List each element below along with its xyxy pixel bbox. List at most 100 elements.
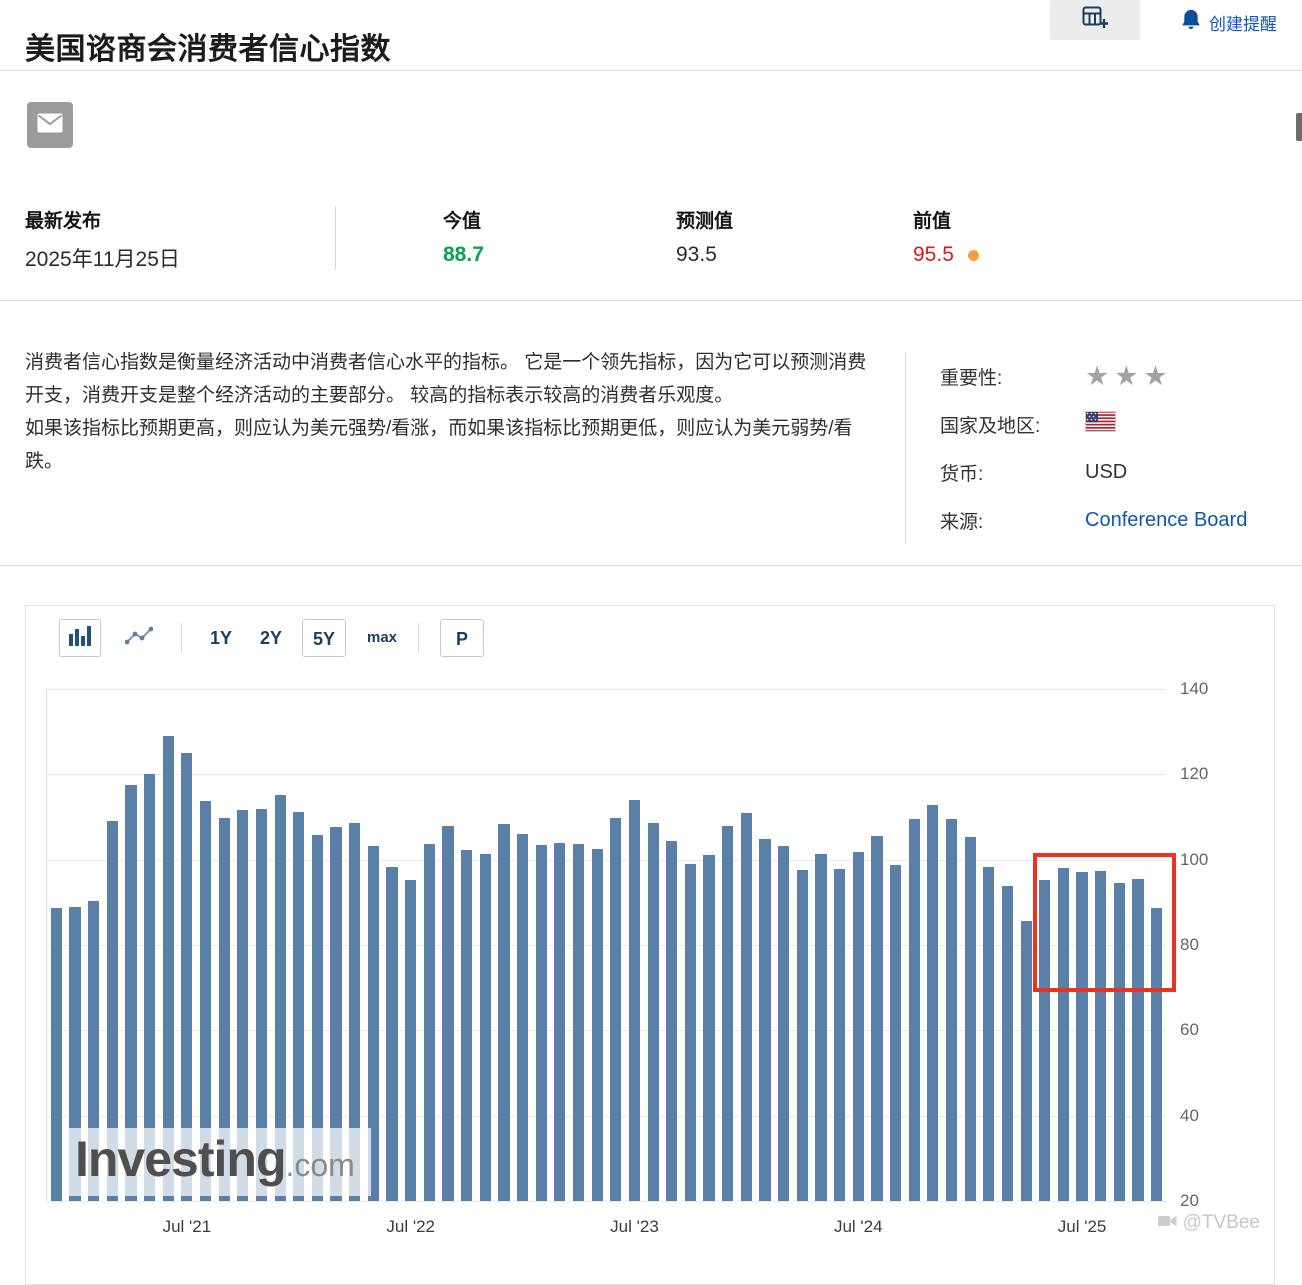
latest-release-block: 最新发布 2025年11月25日 bbox=[25, 206, 180, 273]
chart-bar[interactable] bbox=[965, 837, 976, 1201]
chart-bar[interactable] bbox=[386, 867, 397, 1202]
chart-bar[interactable] bbox=[51, 908, 62, 1201]
chart-bar[interactable] bbox=[554, 843, 565, 1201]
chart-bar[interactable] bbox=[498, 824, 509, 1201]
chart-bar[interactable] bbox=[592, 849, 603, 1201]
chart-bar[interactable] bbox=[946, 819, 957, 1201]
chart-bar[interactable] bbox=[890, 865, 901, 1201]
importance-row: 重要性: ★★★ bbox=[940, 352, 1300, 400]
create-alert-button[interactable]: 创建提醒 bbox=[1181, 9, 1277, 35]
divider bbox=[0, 565, 1302, 566]
source-row: 来源: Conference Board bbox=[940, 496, 1300, 544]
chart-bar[interactable] bbox=[853, 852, 864, 1201]
chart-bar[interactable] bbox=[573, 844, 584, 1201]
chart-bar[interactable] bbox=[778, 846, 789, 1201]
chart-bar[interactable] bbox=[703, 855, 714, 1201]
gridline bbox=[47, 860, 1166, 861]
chart-bar[interactable] bbox=[424, 844, 435, 1201]
investing-watermark: Investing .com bbox=[65, 1128, 371, 1196]
y-axis-label: 40 bbox=[1180, 1106, 1199, 1126]
tvbee-watermark: @TVBee bbox=[1158, 1212, 1260, 1234]
chart-bar[interactable] bbox=[1021, 921, 1032, 1201]
forecast-label: 预测值 bbox=[676, 206, 733, 233]
divider bbox=[418, 623, 419, 653]
latest-release-value: 2025年11月25日 bbox=[25, 243, 180, 273]
chart-bar[interactable] bbox=[722, 826, 733, 1201]
previous-label: 前值 bbox=[913, 206, 979, 233]
x-axis-label: Jul '21 bbox=[163, 1217, 212, 1237]
chart-bar[interactable] bbox=[648, 823, 659, 1201]
range-2y-button[interactable]: 2Y bbox=[248, 619, 294, 657]
chart-bar[interactable] bbox=[480, 854, 491, 1201]
recent-data-highlight-box bbox=[1033, 853, 1177, 992]
y-axis-label: 140 bbox=[1180, 679, 1208, 699]
chart-bar[interactable] bbox=[759, 839, 770, 1201]
indicator-description: 消费者信心指数是衡量经济活动中消费者信心水平的指标。 它是一个领先指标，因为它可… bbox=[25, 346, 873, 478]
chart-bar[interactable] bbox=[927, 805, 938, 1201]
us-flag-icon bbox=[1085, 411, 1116, 437]
export-to-calendar-button[interactable] bbox=[1050, 0, 1140, 40]
tvbee-credit-text: @TVBee bbox=[1183, 1212, 1260, 1234]
chart-bar[interactable] bbox=[983, 867, 994, 1201]
country-label: 国家及地区: bbox=[940, 411, 1085, 438]
actual-value: 88.7 bbox=[443, 243, 484, 267]
chart-bar[interactable] bbox=[536, 845, 547, 1201]
y-axis-label: 60 bbox=[1180, 1020, 1199, 1040]
line-chart-type-button[interactable] bbox=[118, 619, 160, 657]
previous-block: 前值 95.5 bbox=[913, 206, 979, 267]
y-axis-label: 100 bbox=[1180, 850, 1208, 870]
chart-bar[interactable] bbox=[741, 813, 752, 1201]
range-5y-button[interactable]: 5Y bbox=[302, 619, 346, 657]
source-link[interactable]: Conference Board bbox=[1085, 509, 1247, 532]
gridline bbox=[47, 774, 1166, 775]
chart-bar[interactable] bbox=[871, 836, 882, 1201]
chart-bar[interactable] bbox=[629, 800, 640, 1201]
gridline bbox=[47, 1030, 1166, 1031]
currency-row: 货币: USD bbox=[940, 448, 1300, 496]
chart-bar[interactable] bbox=[909, 819, 920, 1201]
line-chart-icon bbox=[125, 626, 153, 651]
range-max-button[interactable]: max bbox=[356, 619, 408, 657]
divider bbox=[181, 623, 182, 653]
x-axis-label: Jul '25 bbox=[1058, 1217, 1107, 1237]
chart-bar[interactable] bbox=[797, 870, 808, 1201]
create-alert-label: 创建提醒 bbox=[1209, 10, 1277, 35]
envelope-icon bbox=[37, 113, 63, 138]
calendar-add-icon bbox=[1082, 5, 1108, 35]
gridline bbox=[47, 1201, 1166, 1202]
gridline bbox=[47, 1116, 1166, 1117]
chart-bar[interactable] bbox=[666, 841, 677, 1201]
currency-label: 货币: bbox=[940, 459, 1085, 486]
y-axis-label: 80 bbox=[1180, 935, 1199, 955]
chart-bar[interactable] bbox=[1002, 886, 1013, 1201]
chart-bar[interactable] bbox=[442, 826, 453, 1201]
investing-logo-text: Investing bbox=[75, 1130, 285, 1188]
meta-panel: 重要性: ★★★ 国家及地区: bbox=[940, 352, 1300, 544]
chart-bar[interactable] bbox=[610, 818, 621, 1201]
chart-bar[interactable] bbox=[461, 850, 472, 1201]
x-axis-label: Jul '23 bbox=[610, 1217, 659, 1237]
investing-logo-suffix: .com bbox=[285, 1147, 354, 1184]
camera-icon bbox=[1158, 1212, 1177, 1234]
chart-bar[interactable] bbox=[685, 864, 696, 1201]
clipped-edge-icon[interactable] bbox=[1296, 113, 1302, 141]
percent-mode-button[interactable]: P bbox=[440, 619, 484, 657]
revision-dot-icon bbox=[968, 250, 979, 261]
chart-bar[interactable] bbox=[834, 869, 845, 1201]
range-1y-button[interactable]: 1Y bbox=[198, 619, 244, 657]
country-row: 国家及地区: bbox=[940, 400, 1300, 448]
latest-release-label: 最新发布 bbox=[25, 206, 180, 233]
bar-chart-icon bbox=[69, 626, 91, 651]
bar-chart-type-button[interactable] bbox=[59, 619, 101, 657]
chart-bar[interactable] bbox=[815, 854, 826, 1201]
divider bbox=[0, 300, 1302, 301]
chart-bar[interactable] bbox=[405, 880, 416, 1201]
description-paragraph: 如果该指标比预期更高，则应认为美元强势/看涨，而如果该指标比预期更低，则应认为美… bbox=[25, 412, 873, 478]
bell-icon bbox=[1181, 9, 1201, 35]
importance-label: 重要性: bbox=[940, 363, 1085, 390]
gridline bbox=[47, 945, 1166, 946]
email-button[interactable] bbox=[27, 102, 73, 148]
divider bbox=[335, 206, 336, 270]
y-axis-label: 120 bbox=[1180, 764, 1208, 784]
chart-bar[interactable] bbox=[517, 834, 528, 1201]
